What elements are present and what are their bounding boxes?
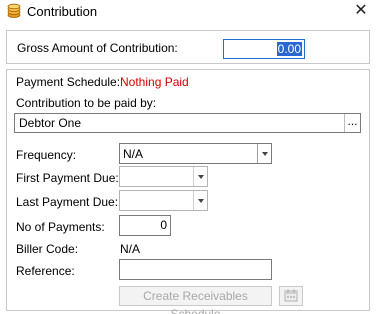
calendar-icon — [284, 289, 298, 302]
reference-label: Reference: — [16, 264, 75, 278]
biller-code-value: N/A — [120, 242, 141, 256]
frequency-select[interactable]: N/A — [119, 143, 272, 164]
frequency-value: N/A — [123, 147, 144, 161]
chevron-down-icon[interactable] — [257, 144, 271, 163]
calendar-button[interactable] — [279, 286, 303, 306]
chevron-down-icon[interactable] — [193, 167, 207, 186]
title-bar: Contribution ✕ — [0, 0, 376, 24]
num-payments-label: No of Payments: — [16, 220, 105, 234]
coins-icon — [7, 3, 21, 18]
create-receivables-schedule-button[interactable]: Create Receivables Schedule — [119, 286, 272, 314]
chevron-down-icon[interactable] — [193, 191, 207, 210]
payment-schedule-status: Nothing Paid — [120, 75, 189, 89]
reference-input[interactable] — [119, 259, 272, 280]
close-button[interactable]: ✕ — [349, 1, 373, 21]
window-title: Contribution — [27, 4, 98, 19]
frequency-label: Frequency: — [16, 148, 77, 162]
contribution-by-value: Debtor One — [19, 116, 82, 130]
close-icon: ✕ — [354, 2, 368, 19]
gross-amount-label: Gross Amount of Contribution: — [17, 41, 178, 55]
payment-schedule-label: Payment Schedule: — [16, 75, 121, 89]
last-payment-label: Last Payment Due: — [16, 195, 119, 209]
gross-amount-input[interactable]: 0.00 — [223, 39, 305, 59]
gross-amount-value: 0.00 — [276, 42, 302, 56]
contribution-by-field[interactable]: Debtor One — [14, 113, 361, 133]
first-payment-label: First Payment Due: — [16, 171, 119, 185]
biller-code-label: Biller Code: — [16, 242, 79, 256]
contribution-by-label: Contribution to be paid by: — [16, 96, 157, 110]
browse-debtor-button[interactable]: ... — [344, 114, 360, 132]
num-payments-value: 0 — [160, 218, 167, 232]
num-payments-input[interactable]: 0 — [119, 215, 171, 236]
first-payment-date-picker[interactable] — [119, 166, 208, 187]
last-payment-date-picker[interactable] — [119, 190, 208, 211]
